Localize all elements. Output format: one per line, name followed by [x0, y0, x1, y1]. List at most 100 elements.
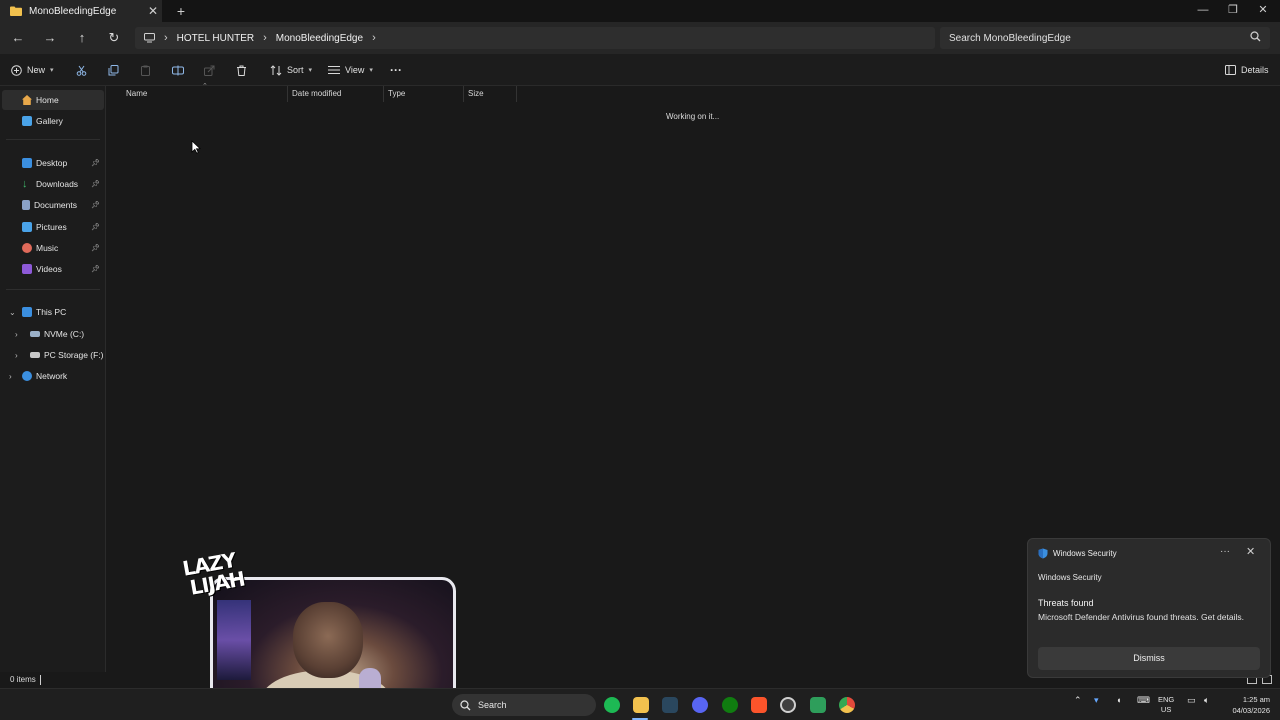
loading-message: Working on it...: [666, 112, 720, 121]
cut-button[interactable]: [76, 62, 87, 78]
display-icon[interactable]: ▭: [1187, 695, 1196, 706]
delete-button[interactable]: [236, 62, 247, 78]
sidebar-item-videos[interactable]: Videos 📌︎: [2, 259, 104, 279]
chevron-right-icon[interactable]: ›: [15, 351, 18, 360]
obs-icon[interactable]: [780, 697, 796, 713]
sidebar-item-label: This PC: [36, 307, 67, 317]
desktop-icon: [22, 158, 32, 168]
sidebar-item-label: Documents: [34, 200, 77, 210]
chrome-icon[interactable]: [839, 697, 855, 713]
clock[interactable]: 1:25 am 04/03/2026: [1222, 694, 1270, 716]
rename-button[interactable]: [172, 62, 184, 78]
streamer-logo: LAZY LIJAH: [181, 546, 267, 622]
rename-icon: [172, 65, 184, 75]
pin-icon[interactable]: 📌︎: [91, 180, 100, 188]
maximize-button[interactable]: ❐: [1218, 0, 1248, 22]
sidebar-item-downloads[interactable]: ↓ Downloads 📌︎: [2, 174, 104, 194]
search-input[interactable]: Search MonoBleedingEdge: [940, 27, 1270, 49]
tab-close-icon[interactable]: ✕: [144, 4, 162, 18]
keyboard-icon[interactable]: ⌨: [1137, 695, 1150, 706]
up-button[interactable]: ↑: [72, 28, 92, 48]
sort-icon: [270, 64, 282, 76]
view-button[interactable]: View ▾: [328, 62, 373, 78]
back-button[interactable]: ←: [8, 28, 28, 48]
sidebar-item-pc-storage-f[interactable]: › PC Storage (F:): [2, 345, 104, 365]
column-header-size[interactable]: Size: [464, 86, 517, 102]
xbox-icon[interactable]: [722, 697, 738, 713]
column-header-type[interactable]: Type: [384, 86, 464, 102]
drive-icon: [30, 331, 40, 337]
chevron-right-icon[interactable]: ›: [9, 372, 12, 381]
sort-button[interactable]: Sort ▾: [270, 62, 312, 78]
brave-icon[interactable]: [751, 697, 767, 713]
tab-title: MonoBleedingEdge: [29, 5, 117, 17]
spreadsheet-icon[interactable]: [810, 697, 826, 713]
pin-icon[interactable]: 📌︎: [91, 265, 100, 273]
breadcrumb-chevron-icon[interactable]: ›: [372, 32, 376, 44]
sidebar-item-home[interactable]: Home: [2, 90, 104, 110]
notification-header-label: Windows Security: [1053, 549, 1117, 558]
chevron-down-icon[interactable]: ⌄: [9, 308, 16, 317]
tab-monobleedingedge[interactable]: MonoBleedingEdge ✕: [0, 0, 162, 22]
sidebar-item-label: Gallery: [36, 116, 63, 126]
sidebar-item-music[interactable]: Music 📌︎: [2, 238, 104, 258]
chevron-right-icon[interactable]: ›: [15, 330, 18, 339]
share-icon: [204, 65, 215, 76]
pin-icon[interactable]: 📌︎: [91, 159, 100, 167]
breadcrumb-hotel-hunter[interactable]: HOTEL HUNTER: [177, 33, 254, 44]
breadcrumb-chevron-icon[interactable]: ›: [263, 32, 267, 44]
notification-close-button[interactable]: ✕: [1246, 545, 1255, 558]
sidebar-divider: [6, 289, 100, 290]
paste-button[interactable]: [140, 62, 151, 78]
sidebar-item-gallery[interactable]: Gallery: [2, 111, 104, 131]
discord-icon[interactable]: [692, 697, 708, 713]
new-button[interactable]: New ▾: [11, 62, 54, 78]
chevron-down-icon: ▾: [369, 67, 373, 74]
steam-icon[interactable]: [662, 697, 678, 713]
steam-tray-icon[interactable]: ▾: [1094, 695, 1099, 706]
pin-icon[interactable]: 📌︎: [91, 201, 100, 209]
copy-button[interactable]: [108, 62, 119, 78]
details-button[interactable]: Details: [1225, 62, 1269, 78]
minimize-button[interactable]: —: [1188, 0, 1218, 22]
share-button[interactable]: [204, 62, 215, 78]
taskbar-search[interactable]: Search: [452, 694, 596, 716]
dismiss-button[interactable]: Dismiss: [1038, 647, 1260, 670]
spotify-icon[interactable]: [604, 697, 620, 713]
sidebar-item-label: Music: [36, 243, 59, 253]
breadcrumb-chevron-icon[interactable]: ›: [164, 32, 168, 44]
column-header-date-modified[interactable]: Date modified: [288, 86, 384, 102]
address-bar[interactable]: › HOTEL HUNTER › MonoBleedingEdge ›: [135, 27, 935, 49]
sidebar-item-documents[interactable]: Documents 📌︎: [2, 195, 104, 215]
microphone-icon[interactable]: ◖: [1116, 695, 1121, 705]
new-tab-button[interactable]: +: [172, 2, 190, 20]
close-window-button[interactable]: ✕: [1248, 0, 1278, 22]
notification-title: Threats found: [1038, 598, 1094, 608]
search-icon: [1250, 31, 1261, 42]
sidebar-item-nvme-c[interactable]: › NVMe (C:): [2, 324, 104, 344]
column-header-name[interactable]: Name: [122, 86, 288, 102]
sidebar-item-network[interactable]: › Network: [2, 366, 104, 386]
file-explorer-icon[interactable]: [633, 697, 649, 713]
breadcrumb-monobleedingedge[interactable]: MonoBleedingEdge: [276, 33, 363, 44]
streamer-head: [293, 602, 363, 678]
sidebar-item-label: NVMe (C:): [44, 329, 85, 339]
downloads-icon: ↓: [22, 178, 28, 190]
network-icon: [22, 371, 32, 381]
forward-button[interactable]: →: [40, 28, 60, 48]
region-code: US: [1160, 705, 1172, 714]
sidebar-item-desktop[interactable]: Desktop 📌︎: [2, 153, 104, 173]
volume-icon[interactable]: 🔈︎: [1204, 695, 1209, 706]
windows-security-notification[interactable]: Windows Security ··· ✕ Windows Security …: [1027, 538, 1271, 678]
pin-icon[interactable]: 📌︎: [91, 244, 100, 252]
language-indicator[interactable]: ENG US: [1158, 695, 1174, 715]
sidebar-item-pictures[interactable]: Pictures 📌︎: [2, 217, 104, 237]
navigation-bar: ← → ↑ ↻ › HOTEL HUNTER › MonoBleedingEdg…: [0, 22, 1280, 54]
refresh-button[interactable]: ↻: [104, 28, 124, 48]
chevron-up-icon[interactable]: ⌃: [1074, 695, 1082, 706]
more-options-button[interactable]: ···: [390, 62, 402, 78]
pin-icon[interactable]: 📌︎: [91, 223, 100, 231]
notification-more-button[interactable]: ···: [1220, 546, 1230, 557]
sidebar-item-this-pc[interactable]: ⌄ This PC: [2, 302, 104, 322]
notification-header: Windows Security: [1038, 548, 1117, 559]
